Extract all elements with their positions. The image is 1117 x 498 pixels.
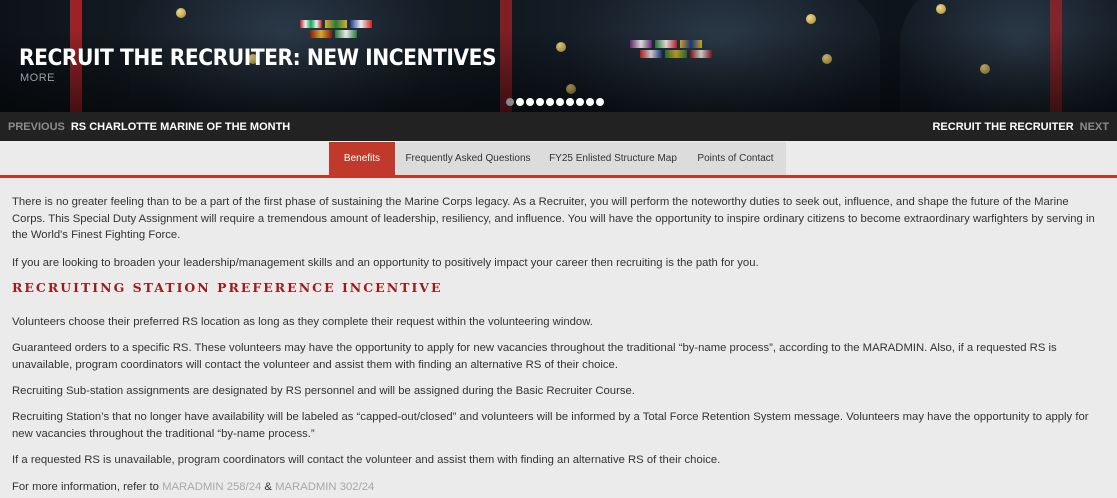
hero-image-button bbox=[936, 4, 946, 14]
previous-article-link[interactable]: PREVIOUS RS CHARLOTTE MARINE OF THE MONT… bbox=[0, 121, 290, 133]
slide-dot[interactable] bbox=[506, 98, 514, 106]
slide-dot[interactable] bbox=[536, 98, 544, 106]
more-info-prefix: For more information, refer to bbox=[12, 481, 163, 493]
slide-dot[interactable] bbox=[576, 98, 584, 106]
slide-dot[interactable] bbox=[566, 98, 574, 106]
previous-article-title: RS CHARLOTTE MARINE OF THE MONTH bbox=[70, 120, 291, 133]
slide-dot[interactable] bbox=[516, 98, 524, 106]
tab-underline bbox=[0, 175, 1117, 178]
previous-label: PREVIOUS bbox=[8, 120, 65, 133]
benefit-paragraph: Recruiting Station’s that no longer have… bbox=[12, 411, 1089, 440]
broaden-paragraph: If you are looking to broaden your leade… bbox=[12, 257, 759, 269]
slide-dot[interactable] bbox=[556, 98, 564, 106]
hero-banner[interactable]: RECRUIT THE RECRUITER: NEW INCENTIVES MO… bbox=[0, 0, 1117, 112]
maradmin-302-link[interactable]: MARADMIN 302/24 bbox=[275, 481, 374, 493]
tab-bar: Benefits Frequently Asked Questions FY25… bbox=[329, 142, 786, 175]
hero-image-ribbon bbox=[300, 20, 322, 28]
hero-more-link[interactable]: MORE bbox=[20, 72, 55, 84]
slide-indicator bbox=[506, 98, 604, 106]
benefit-paragraph: Guaranteed orders to a specific RS. Thes… bbox=[12, 342, 1057, 371]
article-pager: PREVIOUS RS CHARLOTTE MARINE OF THE MONT… bbox=[0, 112, 1117, 141]
tab-faq[interactable]: Frequently Asked Questions bbox=[395, 142, 541, 175]
benefit-paragraph: If a requested RS is unavailable, progra… bbox=[12, 454, 721, 466]
hero-image-button bbox=[806, 14, 816, 24]
link-joiner: & bbox=[261, 481, 276, 493]
more-info-paragraph: For more information, refer to MARADMIN … bbox=[12, 479, 374, 496]
tab-structure-map[interactable]: FY25 Enlisted Structure Map bbox=[541, 142, 685, 175]
slide-dot[interactable] bbox=[596, 98, 604, 106]
tab-points-of-contact[interactable]: Points of Contact bbox=[685, 142, 786, 175]
section-heading: RECRUITING STATION PREFERENCE INCENTIVE bbox=[12, 280, 443, 295]
slide-dot[interactable] bbox=[546, 98, 554, 106]
tab-benefits[interactable]: Benefits bbox=[329, 142, 395, 175]
hero-title[interactable]: RECRUIT THE RECRUITER: NEW INCENTIVES bbox=[19, 46, 497, 71]
next-article-title: RECRUIT THE RECRUITER bbox=[932, 120, 1074, 133]
next-label: NEXT bbox=[1079, 120, 1109, 133]
hero-image-button bbox=[176, 8, 186, 18]
hero-image-ribbon bbox=[350, 20, 372, 28]
next-article-link[interactable]: RECRUIT THE RECRUITER NEXT bbox=[932, 121, 1117, 133]
benefit-paragraph: Volunteers choose their preferred RS loc… bbox=[12, 316, 593, 328]
hero-image-ribbon bbox=[325, 20, 347, 28]
intro-paragraph: There is no greater feeling than to be a… bbox=[12, 196, 1095, 241]
benefit-paragraph: Recruiting Sub-station assignments are d… bbox=[12, 385, 635, 397]
slide-dot[interactable] bbox=[586, 98, 594, 106]
maradmin-258-link[interactable]: MARADMIN 258/24 bbox=[162, 481, 261, 493]
slide-dot[interactable] bbox=[526, 98, 534, 106]
